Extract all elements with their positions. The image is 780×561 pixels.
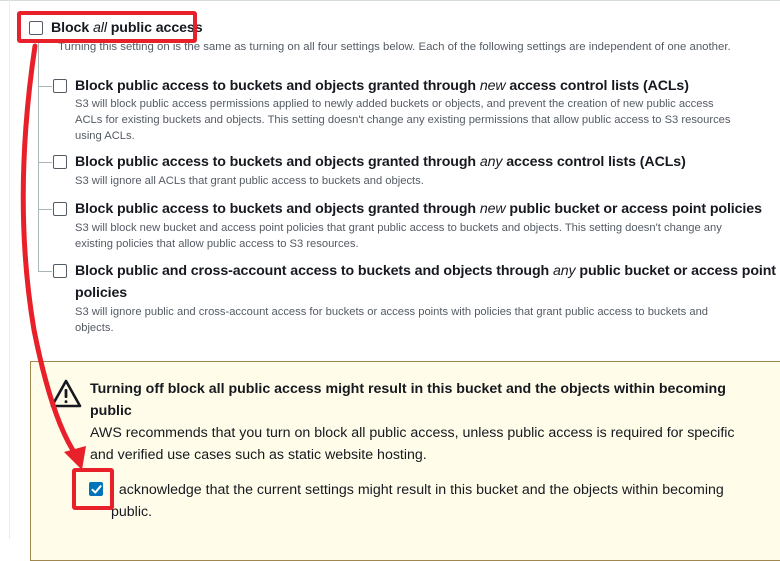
annotation-arrow-icon: [20, 43, 86, 470]
